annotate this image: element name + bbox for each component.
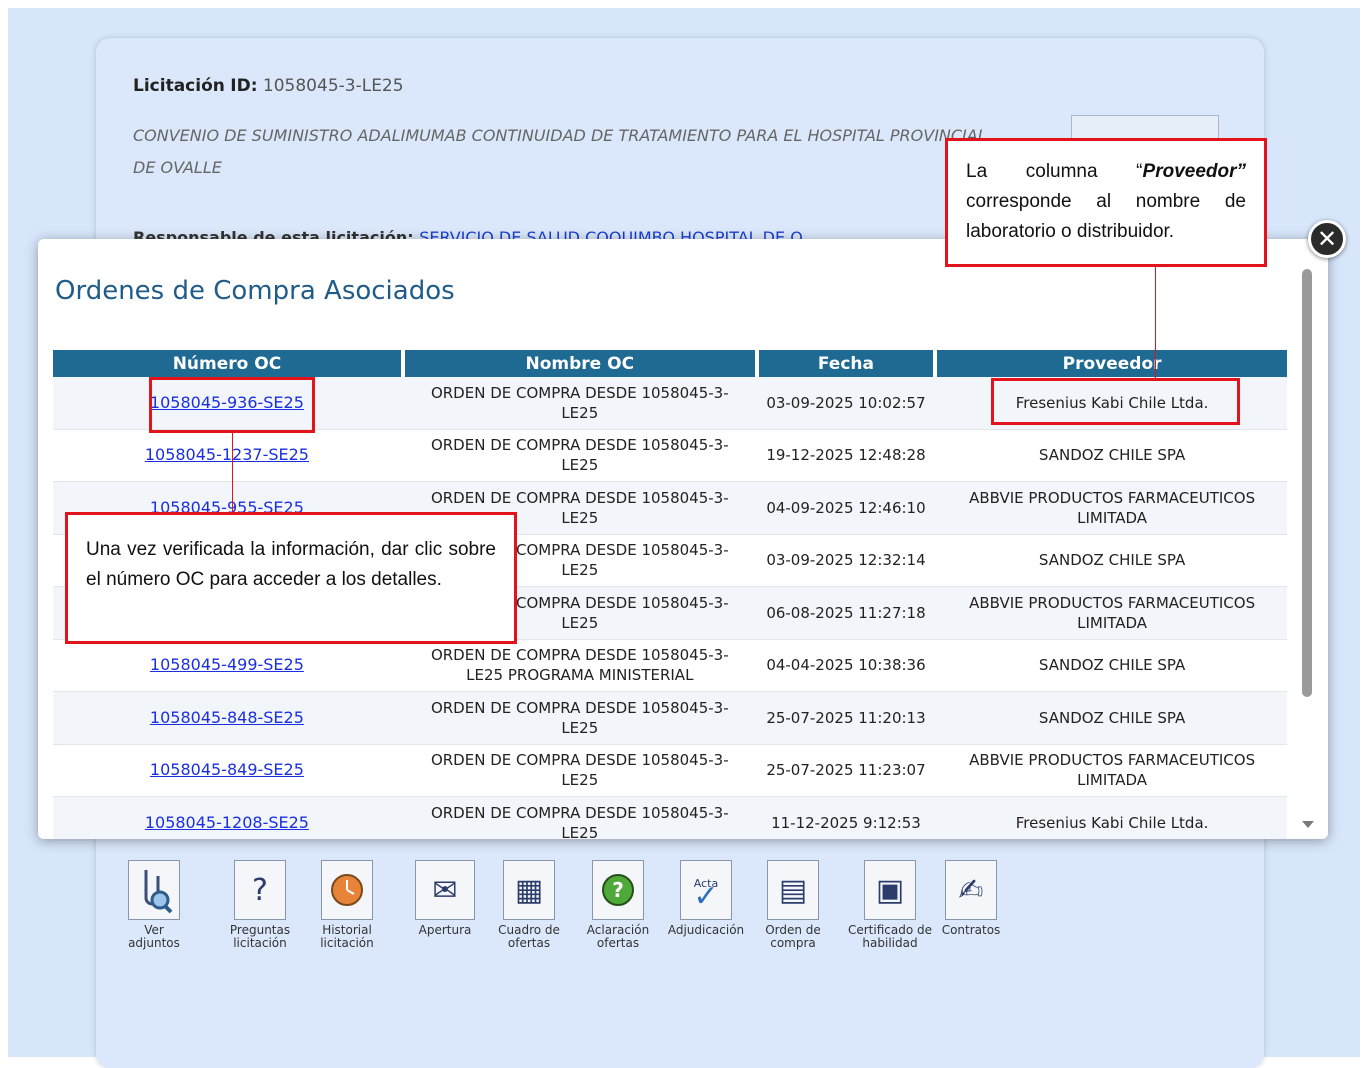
callout-numero-oc: Una vez verificada la información, dar c… bbox=[65, 512, 517, 644]
cell-numero-oc: 1058045-848-SE25 bbox=[53, 692, 401, 744]
cell-proveedor: SANDOZ CHILE SPA bbox=[1038, 656, 1186, 675]
highlight-numero-oc bbox=[149, 377, 315, 433]
licitacion-id-key: ID: bbox=[230, 76, 258, 96]
cell-fecha: 06-08-2025 11:27:18 bbox=[766, 603, 926, 622]
tool-label: Historial licitación bbox=[320, 923, 374, 950]
tool-certificado[interactable]: ▣ Certificado de habilidad bbox=[844, 860, 936, 950]
oc-number-link[interactable]: 1058045-499-SE25 bbox=[150, 655, 304, 675]
col-numero-oc[interactable]: Número OC bbox=[53, 350, 401, 377]
help-circle-icon: ? bbox=[592, 860, 644, 920]
cell-numero-oc: 1058045-849-SE25 bbox=[53, 745, 401, 797]
cell-nombre-oc: ORDEN DE COMPRA DESDE 1058045-3-LE25 bbox=[430, 803, 729, 839]
table-row: 1058045-499-SE25 ORDEN DE COMPRA DESDE 10… bbox=[53, 640, 1287, 692]
scroll-down-arrow-icon[interactable] bbox=[1302, 821, 1314, 828]
tool-adjudicacion[interactable]: Acta ✓ Adjudicación bbox=[660, 860, 752, 937]
callout-proveedor-bold: Proveedor” bbox=[1142, 161, 1246, 182]
cell-fecha: 25-07-2025 11:20:13 bbox=[766, 708, 926, 727]
cell-numero-oc: 1058045-1208-SE25 bbox=[53, 797, 401, 839]
table-header: Número OC Nombre OC Fecha Proveedor bbox=[53, 350, 1287, 377]
tool-historial[interactable]: Historial licitación bbox=[312, 860, 382, 950]
col-nombre-oc[interactable]: Nombre OC bbox=[404, 350, 755, 377]
oc-number-link[interactable]: 1058045-1237-SE25 bbox=[145, 445, 309, 465]
oc-number-link[interactable]: 1058045-848-SE25 bbox=[150, 708, 304, 728]
tool-contratos[interactable]: ✍ Contratos bbox=[936, 860, 1006, 937]
tool-label: Adjudicación bbox=[667, 923, 745, 937]
callout-proveedor-pre: La columna “ bbox=[966, 161, 1143, 182]
tool-preguntas[interactable]: ? Preguntas licitación bbox=[220, 860, 300, 950]
cell-fecha: 03-09-2025 12:32:14 bbox=[766, 551, 926, 570]
cell-fecha: 19-12-2025 12:48:28 bbox=[766, 446, 926, 465]
cell-proveedor: ABBVIE PRODUCTOS FARMACEUTICOS LIMITADA bbox=[969, 593, 1256, 632]
cell-proveedor: SANDOZ CHILE SPA bbox=[1038, 551, 1186, 570]
cell-numero-oc: 1058045-499-SE25 bbox=[53, 640, 401, 692]
table-icon: ▦ bbox=[503, 860, 555, 920]
tool-label: Aclaración ofertas bbox=[586, 923, 650, 950]
cell-fecha: 11-12-2025 9:12:53 bbox=[771, 813, 921, 832]
tool-label: Certificado de habilidad bbox=[847, 923, 933, 950]
envelope-icon: ✉ bbox=[415, 860, 475, 920]
svg-text:?: ? bbox=[612, 878, 624, 902]
licitacion-toolbar: Ver adjuntos ? Preguntas licitación Hist… bbox=[128, 860, 1028, 970]
oc-number-link[interactable]: 1058045-1208-SE25 bbox=[145, 813, 309, 833]
acta-check-icon: Acta ✓ bbox=[680, 860, 732, 920]
callout-proveedor-post: corresponde al nombre de laboratorio o d… bbox=[966, 191, 1246, 242]
clock-icon bbox=[321, 860, 373, 920]
licitacion-description: CONVENIO DE SUMINISTRO ADALIMUMAB CONTIN… bbox=[133, 126, 987, 177]
table-row: 1058045-848-SE25 ORDEN DE COMPRA DESDE 10… bbox=[53, 692, 1287, 745]
cell-nombre-oc: ORDEN DE COMPRA DESDE 1058045-3-LE25 bbox=[430, 751, 729, 790]
cell-nombre-oc: ORDEN DE COMPRA DESDE 1058045-3-LE25 bbox=[430, 698, 729, 737]
cell-fecha: 25-07-2025 11:23:07 bbox=[766, 761, 926, 780]
tool-apertura[interactable]: ✉ Apertura bbox=[412, 860, 478, 937]
tool-label: Apertura bbox=[418, 923, 472, 937]
certificate-icon: ▣ bbox=[864, 860, 916, 920]
paperclip-search-icon bbox=[128, 860, 180, 920]
tool-label: Orden de compra bbox=[765, 923, 821, 950]
connector-proveedor bbox=[1155, 267, 1156, 378]
cell-fecha: 04-09-2025 12:46:10 bbox=[766, 498, 926, 517]
tool-ver-adjuntos[interactable]: Ver adjuntos bbox=[128, 860, 180, 950]
callout-proveedor: La columna “Proveedor” corresponde al no… bbox=[945, 138, 1267, 267]
cell-proveedor: SANDOZ CHILE SPA bbox=[1038, 708, 1186, 727]
tool-aclaracion[interactable]: ? Aclaración ofertas bbox=[580, 860, 656, 950]
tool-orden-compra[interactable]: ▤ Orden de compra bbox=[758, 860, 828, 950]
oc-number-link[interactable]: 1058045-849-SE25 bbox=[150, 760, 304, 780]
highlight-proveedor bbox=[991, 378, 1240, 425]
tool-cuadro-ofertas[interactable]: ▦ Cuadro de ofertas bbox=[494, 860, 564, 950]
connector-numero bbox=[232, 433, 233, 512]
cell-proveedor: Fresenius Kabi Chile Ltda. bbox=[1015, 813, 1209, 832]
cell-fecha: 04-04-2025 10:38:36 bbox=[766, 656, 926, 675]
cell-fecha: 03-09-2025 10:02:57 bbox=[766, 393, 926, 412]
cell-nombre-oc: ORDEN DE COMPRA DESDE 1058045-3-LE25 PRO… bbox=[430, 646, 729, 685]
cell-nombre-oc: ORDEN DE COMPRA DESDE 1058045-3-LE25 bbox=[430, 383, 729, 422]
table-row: 1058045-849-SE25 ORDEN DE COMPRA DESDE 10… bbox=[53, 745, 1287, 797]
licitacion-label: Licitación bbox=[133, 76, 225, 96]
check-glyph: ✓ bbox=[693, 879, 719, 914]
tool-label: Cuadro de ofertas bbox=[498, 923, 560, 950]
cell-proveedor: ABBVIE PRODUCTOS FARMACEUTICOS LIMITADA bbox=[969, 488, 1256, 527]
modal-title: Ordenes de Compra Asociados bbox=[55, 276, 455, 306]
col-fecha[interactable]: Fecha bbox=[758, 350, 934, 377]
question-icon: ? bbox=[234, 860, 286, 920]
cell-proveedor: SANDOZ CHILE SPA bbox=[1038, 446, 1186, 465]
signature-icon: ✍ bbox=[945, 860, 997, 920]
tool-label: Ver adjuntos bbox=[128, 923, 180, 950]
tool-label: Contratos bbox=[941, 923, 1001, 937]
table-row: 1058045-1208-SE25 ORDEN DE COMPRA DESDE 1… bbox=[53, 797, 1287, 839]
cell-numero-oc: 1058045-1237-SE25 bbox=[53, 430, 401, 482]
licitacion-id-value: 1058045-3-LE25 bbox=[262, 76, 404, 96]
col-proveedor[interactable]: Proveedor bbox=[937, 350, 1287, 377]
close-icon[interactable]: ✕ bbox=[1308, 220, 1346, 258]
cell-nombre-oc: ORDEN DE COMPRA DESDE 1058045-3-LE25 bbox=[430, 436, 729, 475]
tool-label: Preguntas licitación bbox=[229, 923, 291, 950]
scrollbar-thumb[interactable] bbox=[1302, 269, 1312, 697]
form-icon: ▤ bbox=[767, 860, 819, 920]
licitacion-id: Licitación ID: 1058045-3-LE25 bbox=[133, 76, 404, 96]
cell-proveedor: ABBVIE PRODUCTOS FARMACEUTICOS LIMITADA bbox=[969, 751, 1256, 790]
table-row: 1058045-1237-SE25 ORDEN DE COMPRA DESDE 1… bbox=[53, 430, 1287, 482]
